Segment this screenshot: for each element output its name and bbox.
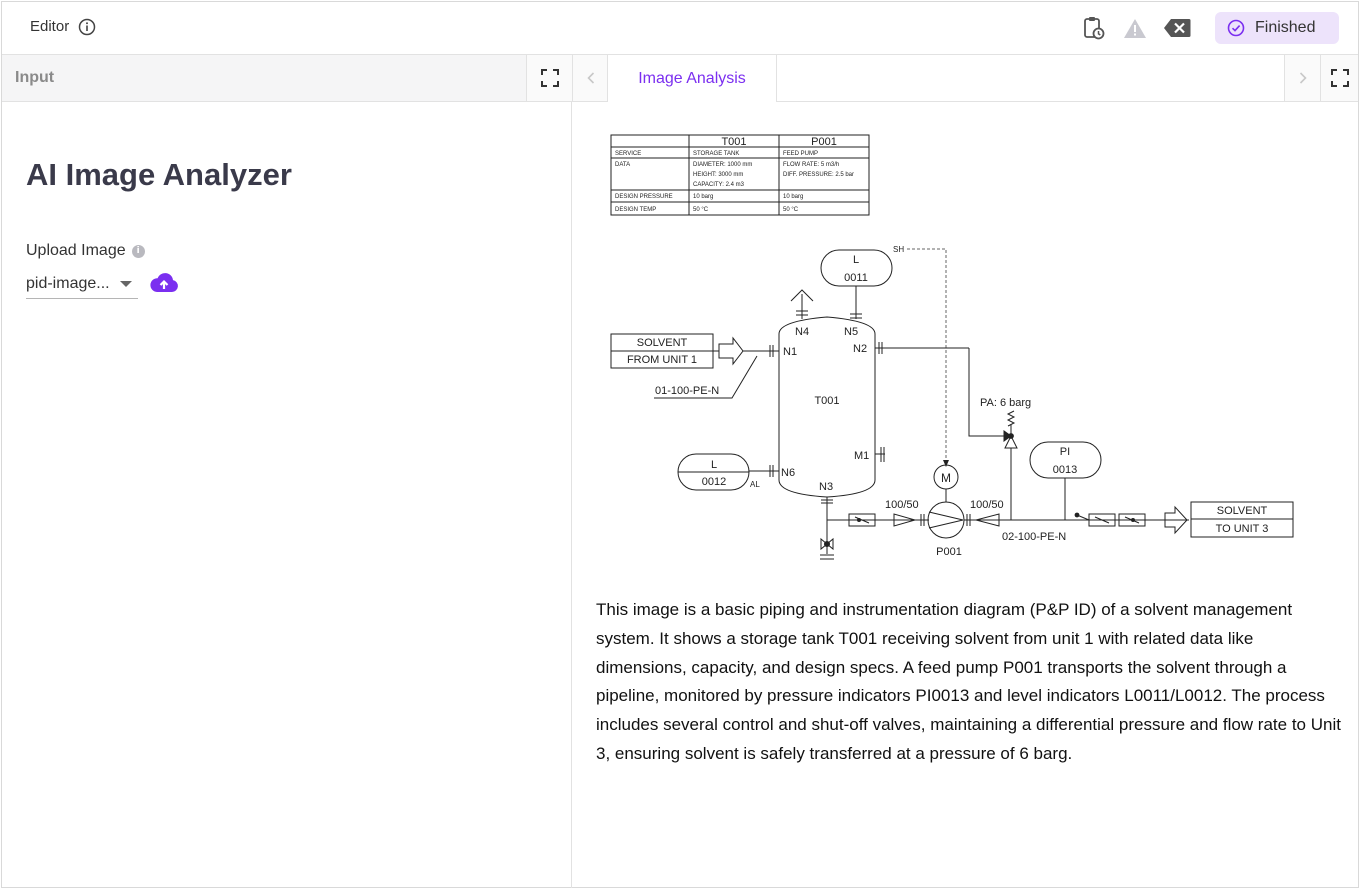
table-cell: STORAGE TANK <box>693 151 739 157</box>
nozzle-n3: N3 <box>819 481 833 493</box>
solvent-inlet-box: SOLVENT FROM UNIT 1 <box>610 333 714 369</box>
equipment-data-table: T001 P001 SERVICE STORAGE TANK FEED PUMP… <box>610 134 870 216</box>
table-row-label: DESIGN TEMP <box>615 207 656 213</box>
fullscreen-icon <box>1330 69 1349 87</box>
table-cell: FLOW RATE: 5 m3/h <box>783 162 839 168</box>
file-select-value: pid-image... <box>26 274 110 292</box>
pane-tab-row: Input Image Analysis <box>2 55 1358 102</box>
line-number-in: 01-100-PE-N <box>655 385 719 397</box>
svg-text:SOLVENT: SOLVENT <box>1217 505 1268 517</box>
table-cell: HEIGHT: 3000 mm <box>693 172 743 178</box>
svg-text:AL: AL <box>750 480 760 489</box>
upload-image-label: Upload Image i <box>26 242 145 260</box>
svg-text:SOLVENT: SOLVENT <box>637 337 688 349</box>
reducer-label-1: 100/50 <box>885 499 919 511</box>
finished-button[interactable]: Finished <box>1215 12 1339 44</box>
editor-label: Editor <box>30 18 70 35</box>
cloud-upload-icon[interactable] <box>149 271 179 295</box>
upload-image-label-text: Upload Image <box>26 242 126 259</box>
chevron-left-icon <box>586 72 594 84</box>
relief-valve <box>1003 410 1018 520</box>
info-icon[interactable] <box>78 18 96 36</box>
page-title: AI Image Analyzer <box>26 157 292 192</box>
svg-text:L: L <box>711 459 717 471</box>
tab-image-analysis[interactable]: Image Analysis <box>607 55 777 102</box>
table-cell: FEED PUMP <box>783 151 818 157</box>
table-cell: 50 °C <box>783 207 799 213</box>
motor-label: M <box>941 471 951 485</box>
finished-label: Finished <box>1255 19 1316 36</box>
tank-label: T001 <box>814 395 839 407</box>
pid-diagram-image: T001 P001 SERVICE STORAGE TANK FEED PUMP… <box>610 134 1294 560</box>
nozzle-n6: N6 <box>781 467 795 479</box>
tab-next-button[interactable] <box>1284 55 1320 101</box>
table-cell: CAPACITY: 2.4 m3 <box>693 182 745 188</box>
expand-output-button[interactable] <box>1320 55 1358 101</box>
info-icon[interactable]: i <box>131 244 145 258</box>
table-cell: 10 barg <box>783 194 803 200</box>
warning-icon[interactable] <box>1122 15 1148 41</box>
svg-text:FROM UNIT 1: FROM UNIT 1 <box>627 354 697 366</box>
nozzle-n2: N2 <box>853 343 867 355</box>
tab-prev-button[interactable] <box>572 55 608 101</box>
nozzle-n4: N4 <box>795 326 809 338</box>
relief-setpoint: PA: 6 barg <box>980 397 1031 409</box>
tab-strip-fill <box>777 55 1284 101</box>
analysis-result-text: This image is a basic piping and instrum… <box>596 600 1341 763</box>
chevron-right-icon <box>1299 72 1307 84</box>
clipboard-clock-icon[interactable] <box>1081 15 1107 41</box>
reducer-label-2: 100/50 <box>970 499 1004 511</box>
manway-m1: M1 <box>854 450 869 462</box>
table-cell: DIAMETER: 1000 mm <box>693 162 752 168</box>
line-number-out: 02-100-PE-N <box>1002 531 1066 543</box>
check-circle-icon <box>1227 19 1245 37</box>
file-select-dropdown[interactable]: pid-image... <box>26 269 138 299</box>
pump-p001: M P001 <box>927 464 965 558</box>
clear-icon[interactable] <box>1162 15 1192 41</box>
app-frame: Editor Finished Input Image Analysis AI … <box>1 1 1359 888</box>
table-cell: 10 barg <box>693 194 713 200</box>
sh-label: SH <box>893 245 904 254</box>
svg-text:0012: 0012 <box>702 476 726 488</box>
expand-input-button[interactable] <box>526 55 572 101</box>
l0011-bottom: 0011 <box>844 272 868 284</box>
svg-text:PI: PI <box>1060 446 1070 458</box>
table-cell: DIFF. PRESSURE: 2.5 bar <box>783 172 854 178</box>
l0011-top: L <box>853 254 859 266</box>
pump-label: P001 <box>936 546 962 558</box>
svg-text:TO UNIT 3: TO UNIT 3 <box>1216 523 1269 535</box>
table-cell: 50 °C <box>693 207 709 213</box>
nozzle-n1: N1 <box>783 346 797 358</box>
table-row-label: DATA <box>615 162 630 168</box>
table-row-label: SERVICE <box>615 151 641 157</box>
nozzle-n5: N5 <box>844 326 858 338</box>
solvent-outlet-box: SOLVENT TO UNIT 3 <box>1190 501 1294 538</box>
table-header-t001: T001 <box>721 136 746 148</box>
chevron-down-icon <box>120 281 132 287</box>
analysis-pane: T001 P001 SERVICE STORAGE TANK FEED PUMP… <box>573 102 1358 888</box>
svg-text:0013: 0013 <box>1053 464 1077 476</box>
table-row-label: DESIGN PRESSURE <box>615 194 673 200</box>
tab-input[interactable]: Input <box>2 55 526 101</box>
top-bar: Editor Finished <box>2 2 1358 55</box>
fullscreen-icon <box>540 69 559 87</box>
input-pane: AI Image Analyzer Upload Image i pid-ima… <box>2 102 572 888</box>
table-header-p001: P001 <box>811 136 837 148</box>
